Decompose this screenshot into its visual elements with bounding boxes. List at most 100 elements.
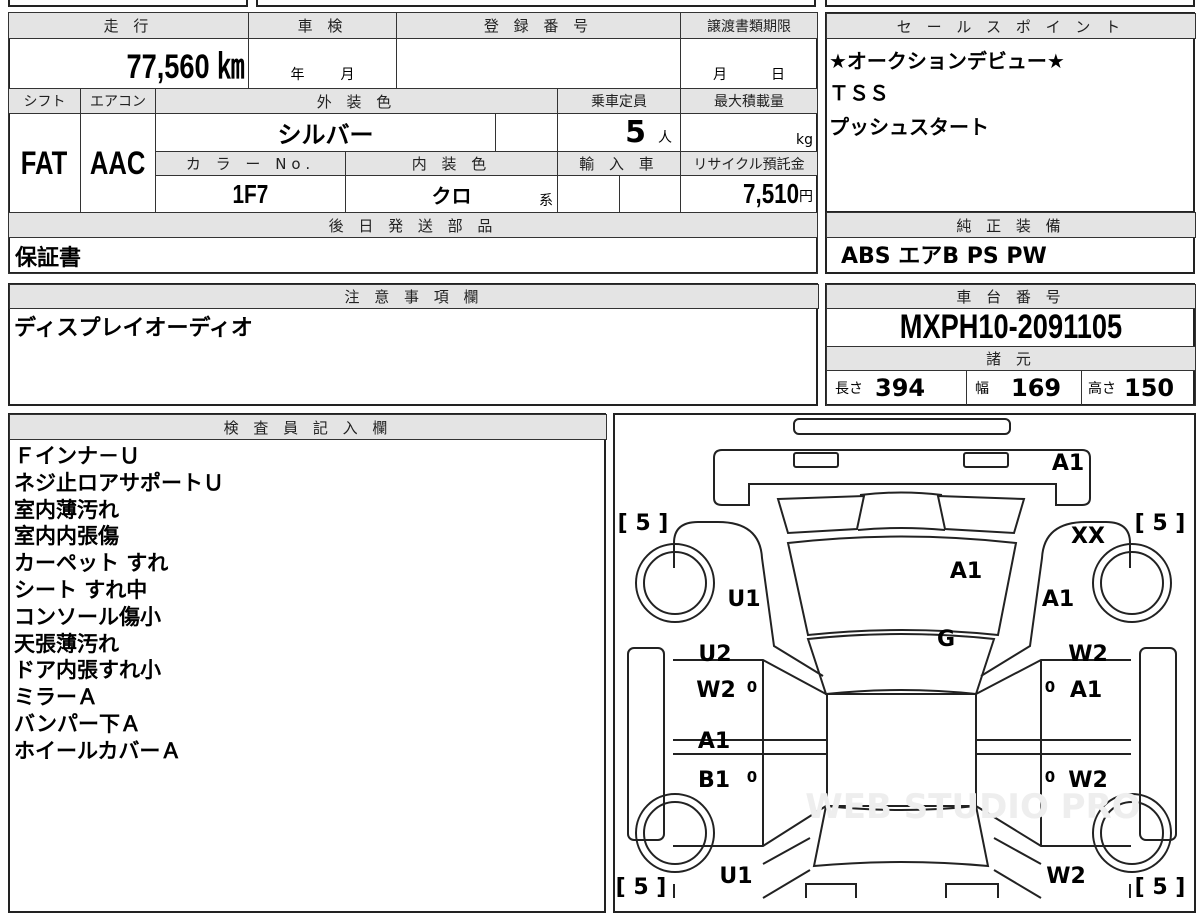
shift-header: シフト	[8, 88, 81, 114]
tire-front-left: [ 5 ]	[618, 511, 669, 536]
sales-points-header: セ ー ル ス ポ イ ン ト	[826, 13, 1196, 39]
chassis-number-cell: MXPH10-2091105	[826, 308, 1196, 347]
import-header: 輸 入 車	[557, 151, 681, 176]
transfer-deadline-header: 譲渡書類期限	[680, 12, 818, 39]
shift-value: FAT	[21, 144, 68, 181]
width-label: 幅	[975, 381, 989, 397]
width-cell: 幅 169	[966, 370, 1082, 406]
exterior-color-cell: シルバー	[155, 113, 496, 152]
inspector-list: Ｆインナ－Ｕ ネジ止ロアサポートＵ 室内薄汚れ 室内内張傷 カーペット すれ シート すれ…	[14, 443, 224, 765]
notes-value: ディスプレイオーディオ	[14, 316, 253, 341]
front-bumper-outline	[713, 449, 1091, 506]
door-marker: 0	[1045, 678, 1055, 696]
wheel-front-right-inner	[1100, 551, 1164, 615]
inspector-note-item: ミラーＡ	[14, 685, 98, 710]
max-load-header: 最大積載量	[680, 88, 818, 114]
damage-left-front-door-2: W2	[696, 678, 736, 703]
aircon-header: エアコン	[80, 88, 156, 114]
damage-left-rear-door-2: B1	[698, 768, 730, 793]
left-fog-light	[793, 452, 839, 468]
inspector-note-item: シート すれ中	[14, 577, 148, 602]
door-marker: 0	[747, 678, 757, 696]
damage-front-bumper: A1	[1052, 451, 1084, 476]
inspection-cell: 年 月	[248, 38, 397, 89]
damage-right-rear-quarter: W2	[1046, 864, 1086, 889]
equipment-header: 純 正 装 備	[826, 212, 1196, 238]
registration-header: 登 録 番 号	[396, 12, 681, 39]
color-no-cell: 1F7	[155, 175, 346, 213]
inspector-note-item: ホイールカバーＡ	[14, 738, 182, 763]
exterior-color-extra-cell	[495, 113, 558, 152]
height-value: 150	[1124, 374, 1175, 402]
notes-panel: 注 意 事 項 欄 ディスプレイオーディオ	[8, 283, 819, 406]
top-strip-cell	[8, 0, 248, 7]
sales-point-item: ★オークションデビュー★	[829, 49, 1065, 73]
aircon-cell: AAC	[80, 113, 156, 213]
damage-left-front-door-1: U2	[698, 642, 731, 667]
import-cell-2	[619, 175, 681, 213]
tire-rear-right: [ 5 ]	[1135, 875, 1186, 900]
rear-bumper-lines	[805, 883, 999, 898]
color-no-value: 1F7	[232, 178, 269, 209]
later-parts-cell: 保証書	[8, 237, 818, 274]
exterior-color-value: シルバー	[277, 121, 374, 149]
door-marker: 0	[1045, 768, 1055, 786]
interior-color-value: クロ	[431, 183, 472, 208]
color-no-header: カ ラ ー No.	[155, 151, 346, 176]
windshield	[806, 633, 996, 696]
damage-front-right-top: XX	[1071, 524, 1105, 549]
interior-color-header: 内 装 色	[345, 151, 558, 176]
right-side-sill	[1139, 647, 1177, 841]
shift-cell: FAT	[8, 113, 81, 213]
capacity-value: 5	[625, 115, 646, 150]
interior-color-suffix: 系	[539, 193, 553, 209]
tire-front-right: [ 5 ]	[1135, 511, 1186, 536]
sales-point-item: ＴＳＳ	[829, 81, 889, 105]
import-cell-1	[557, 175, 620, 213]
right-fog-light	[963, 452, 1009, 468]
inspector-note-item: ネジ止ロアサポートＵ	[14, 470, 224, 495]
capacity-cell: 5 人	[557, 113, 681, 152]
inspector-header: 検 査 員 記 入 欄	[9, 414, 607, 440]
inspector-note-item: 室内薄汚れ	[14, 497, 119, 522]
mileage-cell: 77,560 ㎞	[8, 38, 249, 89]
car-diagram-panel: WEB STUDIO PRO [ 5 ] [ 5 ] [ 5 ] [ 5 ] A…	[613, 413, 1196, 913]
mileage-header: 走 行	[8, 12, 249, 39]
left-side-sill	[627, 647, 665, 841]
vehicle-info-table: 走 行 車 検 登 録 番 号 譲渡書類期限 77,560 ㎞ 年 月 月 日 …	[8, 12, 818, 274]
max-load-unit: kg	[796, 132, 813, 148]
inspector-note-item: 天張薄汚れ	[14, 631, 119, 656]
chassis-header: 車 台 番 号	[826, 284, 1196, 309]
equipment-panel: 純 正 装 備 ABS エアB PS PW	[825, 211, 1196, 274]
length-value: 394	[875, 374, 926, 402]
recycle-fee-cell: 7,510 円	[680, 175, 818, 213]
registration-number-cell	[396, 38, 681, 89]
chassis-panel: 車 台 番 号 MXPH10-2091105 諸 元 長さ 394 幅 169 …	[825, 283, 1196, 406]
front-bumper-bar	[793, 418, 1011, 435]
damage-right-front-fender: A1	[1042, 587, 1074, 612]
inspector-note-item: Ｆインナ－Ｕ	[14, 444, 140, 468]
left-headlight	[776, 494, 866, 535]
damage-right-front-door-1: W2	[1068, 642, 1108, 667]
max-load-cell: kg	[680, 113, 818, 152]
aircon-value: AAC	[90, 144, 146, 181]
capacity-header: 乗車定員	[557, 88, 681, 114]
wheel-rear-left-inner	[643, 801, 707, 865]
height-cell: 高さ 150	[1081, 370, 1196, 406]
grille	[857, 491, 946, 531]
mileage-value: 77,560 ㎞	[126, 48, 244, 86]
sales-points-panel: セ ー ル ス ポ イ ン ト ★オークションデビュー★ ＴＳＳ プッシュスター…	[825, 12, 1196, 213]
transfer-day-unit: 日	[771, 67, 785, 83]
door-marker: 0	[747, 768, 757, 786]
inspection-month-unit: 月	[340, 67, 355, 83]
inspector-note-item: ドア内張すれ小	[14, 658, 161, 683]
recycle-fee-unit: 円	[799, 189, 813, 205]
notes-header: 注 意 事 項 欄	[9, 284, 819, 309]
width-value: 169	[1011, 374, 1062, 402]
transfer-month-unit: 月	[713, 67, 727, 83]
interior-color-cell: クロ 系	[345, 175, 558, 213]
recycle-fee-header: リサイクル預託金	[680, 151, 818, 176]
inspector-note-item: コンソール傷小	[14, 604, 161, 629]
inspector-note-item: バンパー下Ａ	[14, 711, 142, 736]
top-strip-cell	[256, 0, 816, 7]
